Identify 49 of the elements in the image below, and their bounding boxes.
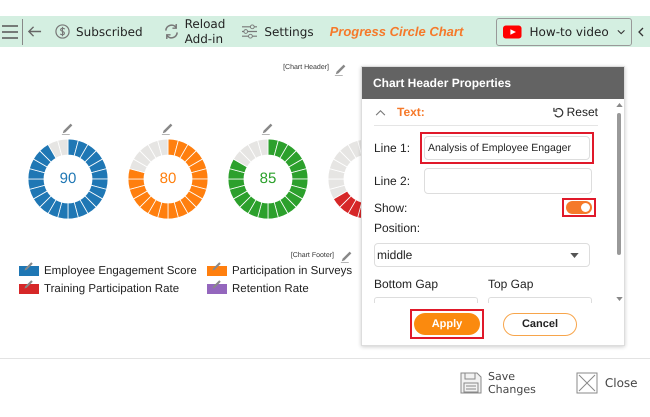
line-1-field[interactable]: Analysis of Employee Engager [420, 132, 594, 164]
app-title: Progress Circle Chart [330, 22, 464, 41]
pencil-icon[interactable] [261, 121, 275, 135]
panel-title: Chart Header Properties [373, 75, 512, 92]
chevron-up-icon[interactable] [375, 108, 386, 116]
cancel-button[interactable]: Cancel [503, 312, 577, 336]
reload-button[interactable]: Reload Add-in [162, 16, 226, 46]
subscribed-button[interactable]: Subscribed [55, 22, 143, 40]
top-gap-label: Top Gap [488, 276, 534, 293]
sliders-icon [241, 24, 258, 39]
legend-label: Employee Engagement Score [44, 264, 197, 279]
pencil-icon[interactable] [340, 249, 354, 263]
bottom-gap-label: Bottom Gap [374, 276, 440, 293]
line-2-label: Line 2: [374, 173, 412, 190]
settings-button[interactable]: Settings [241, 22, 314, 40]
pencil-icon[interactable] [161, 121, 175, 135]
position-select[interactable]: middle [374, 243, 590, 267]
reload-icon [162, 23, 180, 40]
dollar-icon [55, 24, 70, 39]
show-label: Show: [374, 200, 408, 217]
section-title: Text: [397, 104, 425, 122]
back-icon[interactable] [27, 24, 42, 39]
line-1-label: Line 1: [374, 140, 412, 158]
ring-value: 85 [260, 168, 276, 189]
ring-value: 80 [160, 168, 176, 189]
chevron-down-icon [616, 28, 625, 34]
scroll-up-icon[interactable] [616, 103, 622, 107]
undo-icon [552, 106, 564, 118]
how-to-video-button[interactable]: How-to video [496, 18, 632, 46]
ring-value: 90 [60, 168, 76, 189]
show-toggle[interactable] [566, 201, 592, 214]
legend-label: Participation in Surveys [232, 264, 352, 279]
line-2-field[interactable] [424, 168, 592, 194]
caret-down-icon [570, 252, 579, 258]
pencil-icon[interactable] [61, 121, 75, 135]
bottom-gap-field[interactable] [374, 297, 478, 303]
menu-icon[interactable] [2, 24, 18, 38]
top-gap-field[interactable] [488, 297, 592, 303]
position-label: Position: [374, 220, 422, 238]
legend-label: Retention Rate [232, 282, 309, 297]
scroll-down-icon[interactable] [616, 297, 622, 301]
save-changes-button[interactable]: Save Changes [460, 370, 536, 396]
pencil-icon[interactable] [334, 62, 348, 76]
legend-label: Training Participation Rate [44, 282, 180, 297]
close-icon [576, 372, 598, 394]
reset-button[interactable]: Reset [552, 103, 598, 122]
close-button[interactable]: Close [576, 372, 638, 394]
video-icon [503, 24, 522, 38]
chevron-left-icon[interactable] [638, 26, 644, 36]
